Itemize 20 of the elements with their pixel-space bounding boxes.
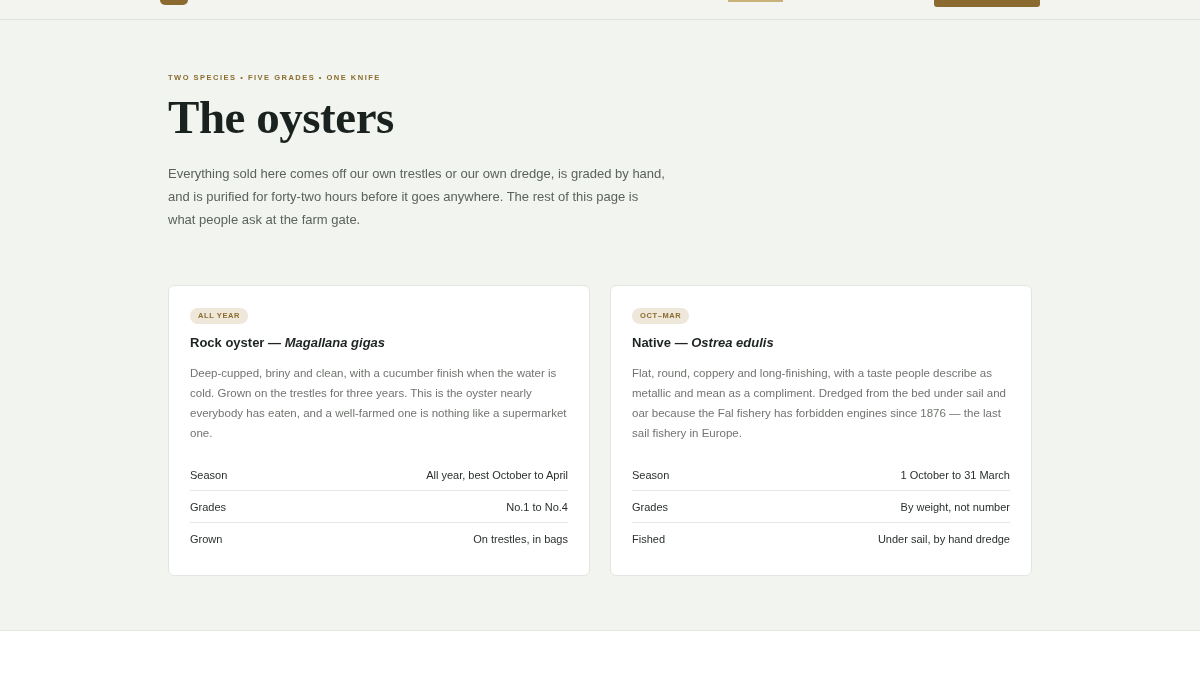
- spec-value: By weight, not number: [900, 499, 1010, 515]
- spec-label: Grown: [190, 532, 223, 547]
- active-nav-indicator: [728, 0, 783, 2]
- card-title: Native — Ostrea edulis: [632, 334, 775, 352]
- spec-label: Season: [190, 467, 228, 483]
- card-description: Flat, round, coppery and long-finishing, with a taste people describe as metallic and mean as a compliment. Dredged from the bed under sail and oar because the Fal fishery has forbidden engines since 1876 — the last sail fishery in Europe.: [632, 366, 1007, 441]
- spec-label: Grades: [632, 499, 669, 515]
- spec-value: All year, best October to April: [426, 467, 568, 483]
- logo-icon[interactable]: [160, 0, 188, 5]
- spec-label: Grades: [190, 499, 227, 515]
- spec-value: On trestles, in bags: [473, 532, 568, 547]
- spec-value: Under sail, by hand dredge: [877, 532, 1010, 547]
- spec-value: 1 October to 31 March: [900, 467, 1010, 483]
- card-description: Deep-cupped, briny and clean, with a cucumber finish when the water is cold. Grown on the trestles for three years. This is the oyster nearly everybody has eaten, and a well-farmed one is nothing like a supermarket one.: [190, 366, 568, 441]
- page-title: The oysters: [168, 92, 395, 142]
- spec-value: No.1 to No.4: [506, 499, 568, 515]
- card-title: Rock oyster — Magallana gigas: [190, 334, 387, 352]
- spec-label: Fished: [632, 532, 666, 547]
- intro-paragraph: Everything sold here comes off our own trestles or our own dredge, is graded by hand, and is purified for forty-two hours before it goes anywhere. The rest of this page is what people ask at the farm gate.: [168, 165, 665, 229]
- spec-label: Season: [632, 467, 670, 483]
